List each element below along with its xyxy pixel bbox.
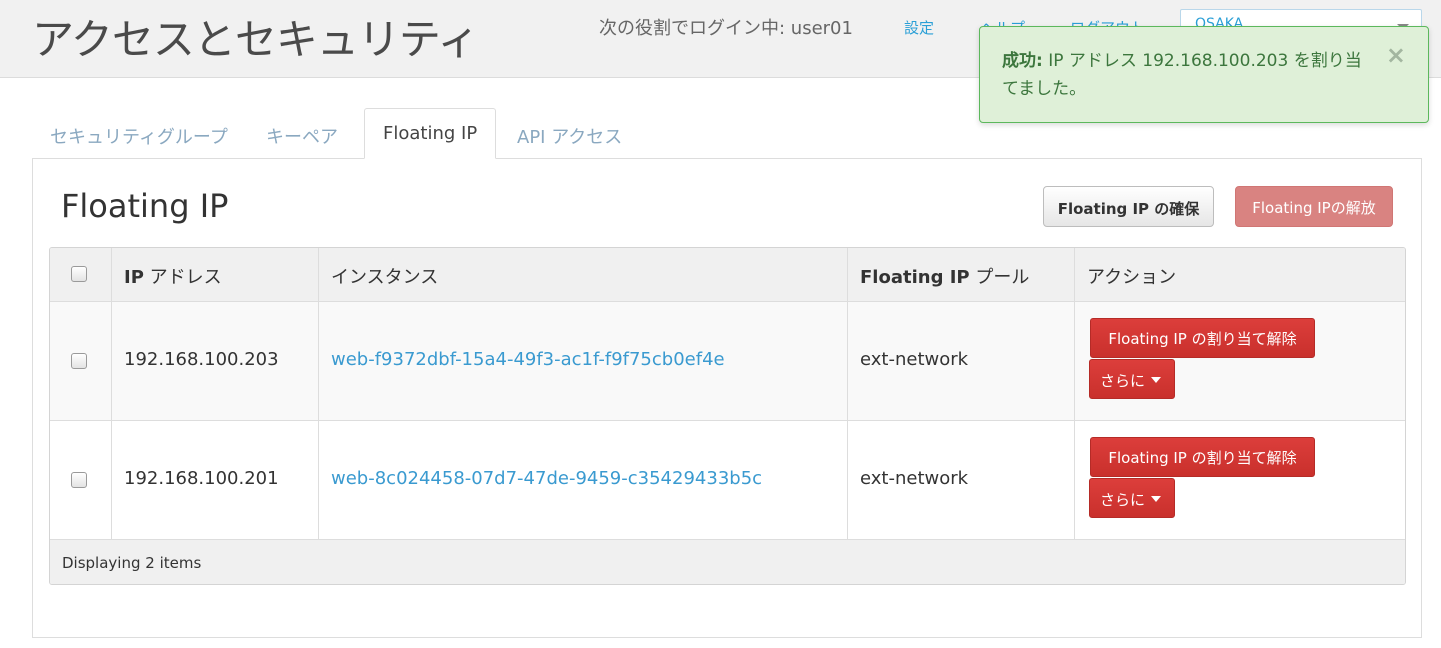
allocate-ip-button[interactable]: Floating IP の確保 <box>1043 186 1214 227</box>
column-header-actions-label: アクション <box>1087 267 1177 288</box>
ip-address: 192.168.100.201 <box>124 468 279 489</box>
table-row: 192.168.100.203 web-f9372dbf-15a4-49f3-a… <box>50 302 1405 421</box>
alert-message: IP アドレス 192.168.100.203 を割り当てました。 <box>1002 51 1362 99</box>
header-checkbox-cell <box>50 248 112 301</box>
actions-cell: Floating IP の割り当て解除 さらに <box>1075 302 1405 420</box>
table-footer: Displaying 2 items <box>50 540 1405 584</box>
disassociate-ip-button[interactable]: Floating IP の割り当て解除 <box>1090 437 1315 477</box>
column-header-ip-label: IP アドレス <box>124 267 222 288</box>
ip-cell: 192.168.100.203 <box>112 302 319 420</box>
column-header-instance-label: インスタンス <box>331 267 439 288</box>
caret-down-icon <box>1151 496 1161 502</box>
instance-link[interactable]: web-f9372dbf-15a4-49f3-ac1f-f9f75cb0ef4e <box>331 349 725 370</box>
more-actions-label: さらに <box>1100 491 1146 509</box>
release-ip-button[interactable]: Floating IPの解放 <box>1235 186 1393 227</box>
more-actions-button[interactable]: さらに <box>1089 478 1175 518</box>
instance-cell: web-8c024458-07d7-47de-9459-c35429433b5c <box>319 421 848 539</box>
close-icon[interactable]: × <box>1386 41 1406 69</box>
more-actions-button[interactable]: さらに <box>1089 359 1175 399</box>
tab-key-pairs[interactable]: キーペア <box>248 108 356 159</box>
row-checkbox[interactable] <box>71 472 87 488</box>
tab-bar: セキュリティグループ キーペア Floating IP API アクセス <box>32 108 1422 159</box>
table-row: 192.168.100.201 web-8c024458-07d7-47de-9… <box>50 421 1405 540</box>
caret-down-icon <box>1151 377 1161 383</box>
alert-prefix: 成功: <box>1002 51 1043 71</box>
column-header-ip[interactable]: IP アドレス <box>112 248 319 301</box>
tab-floating-ip[interactable]: Floating IP <box>364 108 496 159</box>
row-checkbox-cell <box>50 302 112 420</box>
table-header: IP アドレス インスタンス Floating IP プール アクション <box>50 248 1405 302</box>
tab-security-groups[interactable]: セキュリティグループ <box>32 108 246 159</box>
logged-in-user: 次の役割でログイン中: user01 <box>599 18 853 39</box>
actions-cell: Floating IP の割り当て解除 さらに <box>1075 421 1405 539</box>
settings-link[interactable]: 設定 <box>904 17 934 38</box>
ip-cell: 192.168.100.201 <box>112 421 319 539</box>
instance-link[interactable]: web-8c024458-07d7-47de-9459-c35429433b5c <box>331 468 762 489</box>
pool-name: ext-network <box>860 468 969 489</box>
panel-title: Floating IP <box>61 187 229 225</box>
pool-cell: ext-network <box>848 302 1075 420</box>
select-all-checkbox[interactable] <box>71 266 87 282</box>
column-header-instance[interactable]: インスタンス <box>319 248 848 301</box>
floating-ip-table: IP アドレス インスタンス Floating IP プール アクション 192… <box>49 247 1406 585</box>
pool-cell: ext-network <box>848 421 1075 539</box>
page-title: アクセスとセキュリティ <box>32 15 479 64</box>
pool-name: ext-network <box>860 349 969 370</box>
item-count: Displaying 2 items <box>62 554 202 572</box>
row-checkbox[interactable] <box>71 353 87 369</box>
column-header-pool-label: Floating IP プール <box>860 267 1030 288</box>
tab-api-access[interactable]: API アクセス <box>499 108 640 159</box>
floating-ip-panel: Floating IP Floating IP の確保 Floating IPの… <box>32 158 1422 638</box>
column-header-actions: アクション <box>1075 248 1405 301</box>
disassociate-ip-button[interactable]: Floating IP の割り当て解除 <box>1090 318 1315 358</box>
row-checkbox-cell <box>50 421 112 539</box>
more-actions-label: さらに <box>1100 372 1146 390</box>
instance-cell: web-f9372dbf-15a4-49f3-ac1f-f9f75cb0ef4e <box>319 302 848 420</box>
ip-address: 192.168.100.203 <box>124 349 279 370</box>
column-header-pool[interactable]: Floating IP プール <box>848 248 1075 301</box>
page: アクセスとセキュリティ 次の役割でログイン中: user01 設定 ヘルプ ログ… <box>0 0 1441 648</box>
